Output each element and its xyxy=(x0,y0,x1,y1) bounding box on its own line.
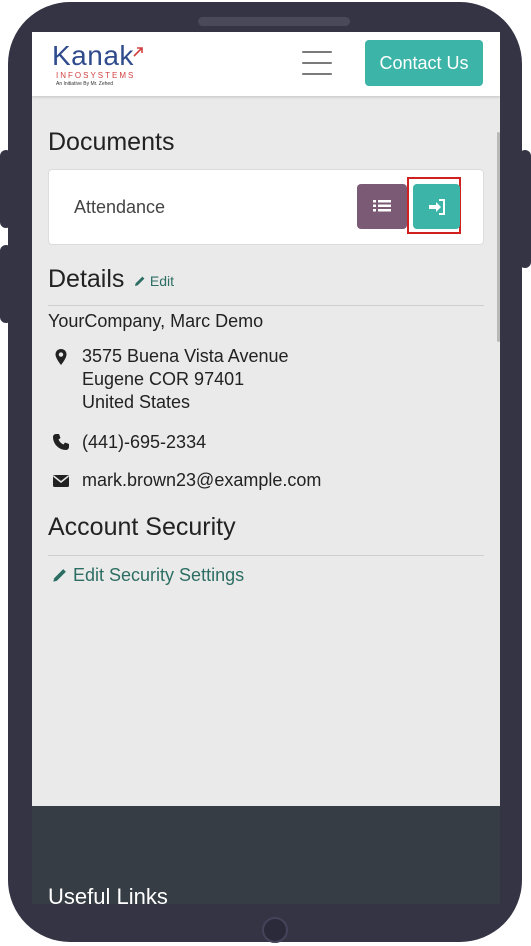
phone-side-button-left-top xyxy=(0,150,12,228)
pencil-icon xyxy=(135,276,145,286)
address-line-2: Eugene COR 97401 xyxy=(82,369,245,389)
footer: Useful Links xyxy=(32,806,500,904)
phone-side-button-left-bottom xyxy=(0,245,12,323)
details-header: Details Edit xyxy=(48,265,484,306)
scrollbar[interactable] xyxy=(497,132,500,342)
screen: Kanak INFOSYSTEMS An Initiative By Mr. Z… xyxy=(32,32,500,904)
address-line-3: United States xyxy=(82,392,191,412)
brand-logo[interactable]: Kanak INFOSYSTEMS An Initiative By Mr. Z… xyxy=(52,40,152,88)
email-address: mark.brown23@example.com xyxy=(82,470,322,490)
edit-security-settings-label: Edit Security Settings xyxy=(73,565,245,585)
sign-in-icon xyxy=(428,198,445,215)
phone-icon xyxy=(53,434,69,450)
phone-home-button xyxy=(262,917,288,943)
navbar: Kanak INFOSYSTEMS An Initiative By Mr. Z… xyxy=(32,32,500,96)
company-name: YourCompany, Marc Demo xyxy=(48,311,264,331)
pencil-icon xyxy=(53,569,66,582)
hamburger-menu-icon[interactable] xyxy=(302,51,332,77)
sign-in-button[interactable] xyxy=(413,184,460,229)
logo-subtitle: INFOSYSTEMS xyxy=(56,71,136,80)
map-marker-icon xyxy=(55,349,67,365)
documents-title: Documents xyxy=(48,128,175,156)
document-label: Attendance xyxy=(74,197,166,217)
document-card-attendance: Attendance xyxy=(48,169,484,245)
list-icon xyxy=(373,199,391,211)
account-security-title: Account Security xyxy=(48,513,236,541)
footer-useful-links-title: Useful Links xyxy=(48,884,168,904)
phone-number: (441)-695-2334 xyxy=(82,432,207,452)
details-edit-link[interactable]: Edit xyxy=(134,273,174,289)
list-view-button[interactable] xyxy=(357,184,407,229)
logo-text: Kanak xyxy=(52,40,134,71)
phone-speaker xyxy=(198,17,350,26)
phone-side-button-right xyxy=(519,150,531,268)
logo-tagline: An Initiative By Mr. Zehed xyxy=(56,81,113,87)
contact-us-button[interactable]: Contact Us xyxy=(365,40,483,86)
envelope-icon xyxy=(53,475,69,487)
address-line-1: 3575 Buena Vista Avenue xyxy=(82,346,289,366)
logo-arrow-icon xyxy=(133,47,143,57)
account-security-header: Account Security xyxy=(48,513,484,556)
edit-label: Edit xyxy=(149,273,175,289)
edit-security-settings-link[interactable]: Edit Security Settings xyxy=(52,565,244,586)
details-title: Details xyxy=(48,265,125,293)
